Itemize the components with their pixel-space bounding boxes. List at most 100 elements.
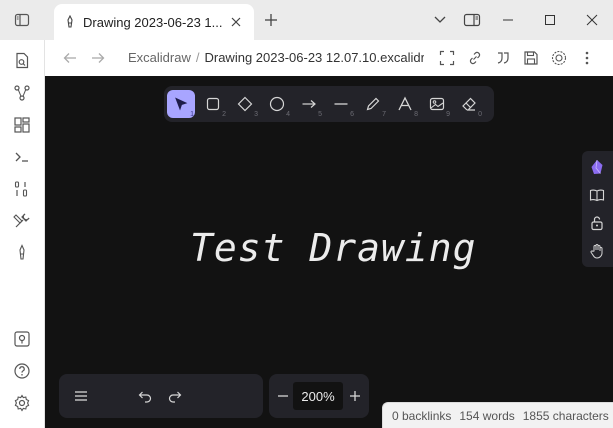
- ellipse-icon: [269, 96, 285, 112]
- plus-icon: [265, 14, 277, 26]
- tool-key: 4: [286, 111, 290, 118]
- redo-icon: [168, 391, 182, 403]
- minimize-button[interactable]: [498, 10, 518, 30]
- left-ribbon: [0, 40, 45, 428]
- tool-rectangle[interactable]: 2: [199, 90, 227, 118]
- library-button[interactable]: [588, 186, 606, 204]
- close-window-button[interactable]: [582, 10, 602, 30]
- tool-line[interactable]: 6: [327, 90, 355, 118]
- zoom-controls: 200%: [269, 374, 369, 418]
- excalidraw-pen-icon: [62, 14, 78, 30]
- more-options-button[interactable]: [578, 49, 596, 67]
- book-open-icon: [589, 189, 605, 202]
- undo-button[interactable]: [136, 387, 154, 405]
- quote-icon: [497, 52, 509, 64]
- binary-file-button[interactable]: [11, 178, 33, 200]
- tool-image[interactable]: 9: [423, 90, 451, 118]
- canvas-button[interactable]: [11, 114, 33, 136]
- link-button[interactable]: [466, 49, 484, 67]
- breadcrumb-current[interactable]: Drawing 2023-06-23 12.07.10.excalidr: [204, 50, 424, 65]
- command-palette-button[interactable]: [11, 146, 33, 168]
- new-tab-button[interactable]: [262, 11, 280, 29]
- close-tab-icon[interactable]: [228, 14, 244, 30]
- chevron-down-icon: [434, 16, 446, 23]
- tool-key: 6: [350, 111, 354, 118]
- gear-icon: [14, 394, 30, 412]
- plus-icon: [350, 391, 360, 401]
- status-backlinks[interactable]: 0 backlinks: [392, 409, 451, 423]
- obsidian-crystal-icon: [591, 159, 603, 174]
- layout-dashboard-icon: [14, 117, 30, 133]
- minimize-icon: [503, 19, 513, 21]
- pointer-icon: [175, 97, 188, 111]
- navigate-forward-button[interactable]: [89, 49, 107, 67]
- link-icon: [469, 51, 481, 65]
- excalidraw-pen-icon: [19, 244, 25, 260]
- tab-drawing[interactable]: Drawing 2023-06-23 1...: [54, 4, 254, 40]
- settings-button[interactable]: [11, 392, 33, 414]
- vault-icon: [14, 331, 30, 347]
- gear-badge-icon: [551, 50, 567, 66]
- binary-icon: [14, 181, 28, 197]
- tool-diamond[interactable]: 3: [231, 90, 259, 118]
- tool-key: 3: [254, 111, 258, 118]
- tool-draw[interactable]: 7: [359, 90, 387, 118]
- redo-button[interactable]: [166, 387, 184, 405]
- more-vertical-icon: [585, 51, 589, 65]
- fullscreen-icon: [439, 50, 455, 66]
- hand-tool-button[interactable]: [588, 242, 606, 260]
- toggle-right-sidebar-button[interactable]: [462, 10, 482, 30]
- toggle-left-sidebar-button[interactable]: [6, 8, 38, 32]
- breadcrumb: Excalidraw / Drawing 2023-06-23 12.07.10.e…: [128, 50, 424, 65]
- zoom-in-button[interactable]: [346, 387, 364, 405]
- excalidraw-canvas[interactable]: 1 2 3 4 5 6 7 8 9 0 Test Drawing 200%: [45, 76, 613, 428]
- canvas-text-element[interactable]: Test Drawing: [190, 226, 477, 270]
- tool-key: 8: [414, 111, 418, 118]
- minus-icon: [278, 395, 288, 397]
- excalidraw-button[interactable]: [11, 242, 33, 264]
- obsidian-tools-button[interactable]: [550, 49, 568, 67]
- open-vault-button[interactable]: [11, 328, 33, 350]
- tool-text[interactable]: 8: [391, 90, 419, 118]
- tool-selection[interactable]: 1: [167, 90, 195, 118]
- status-character-count: 1855 characters: [522, 408, 609, 423]
- breadcrumb-parent[interactable]: Excalidraw: [128, 50, 191, 65]
- diamond-icon: [237, 96, 253, 112]
- tools-button[interactable]: [11, 210, 33, 232]
- line-icon: [334, 103, 348, 105]
- obsidian-tools-toggle[interactable]: [588, 158, 606, 176]
- tool-key: 5: [318, 111, 322, 118]
- quote-button[interactable]: [494, 49, 512, 67]
- main-menu-button[interactable]: [72, 387, 90, 405]
- tool-ellipse[interactable]: 4: [263, 90, 291, 118]
- save-icon: [524, 51, 538, 65]
- text-icon: [398, 96, 412, 111]
- wrench-brush-icon: [13, 213, 30, 228]
- lock-button[interactable]: [588, 214, 606, 232]
- tool-arrow[interactable]: 5: [295, 90, 323, 118]
- hand-icon: [590, 244, 603, 259]
- arrow-right-icon: [92, 53, 105, 63]
- status-bar: 0 backlinks 154 words 1855 characters: [382, 402, 613, 428]
- save-button[interactable]: [522, 49, 540, 67]
- navigate-back-button[interactable]: [61, 49, 79, 67]
- file-search-icon: [16, 52, 29, 69]
- tool-key: 0: [478, 111, 482, 118]
- tab-list-button[interactable]: [430, 10, 450, 30]
- maximize-button[interactable]: [540, 10, 560, 30]
- quick-switcher-button[interactable]: [11, 50, 33, 72]
- tool-key: 9: [446, 111, 450, 118]
- image-icon: [429, 97, 445, 111]
- undo-icon: [138, 391, 152, 403]
- help-button[interactable]: [11, 360, 33, 382]
- tool-key: 7: [382, 111, 386, 118]
- graph-view-button[interactable]: [11, 82, 33, 104]
- zoom-out-button[interactable]: [274, 387, 292, 405]
- sidebar-right-icon: [463, 13, 481, 27]
- fullscreen-button[interactable]: [438, 49, 456, 67]
- tab-title: Drawing 2023-06-23 1...: [83, 14, 223, 30]
- zoom-reset-button[interactable]: 200%: [293, 382, 343, 410]
- close-icon: [586, 14, 598, 26]
- tool-eraser[interactable]: 0: [455, 90, 483, 118]
- side-tools-panel: [582, 151, 613, 267]
